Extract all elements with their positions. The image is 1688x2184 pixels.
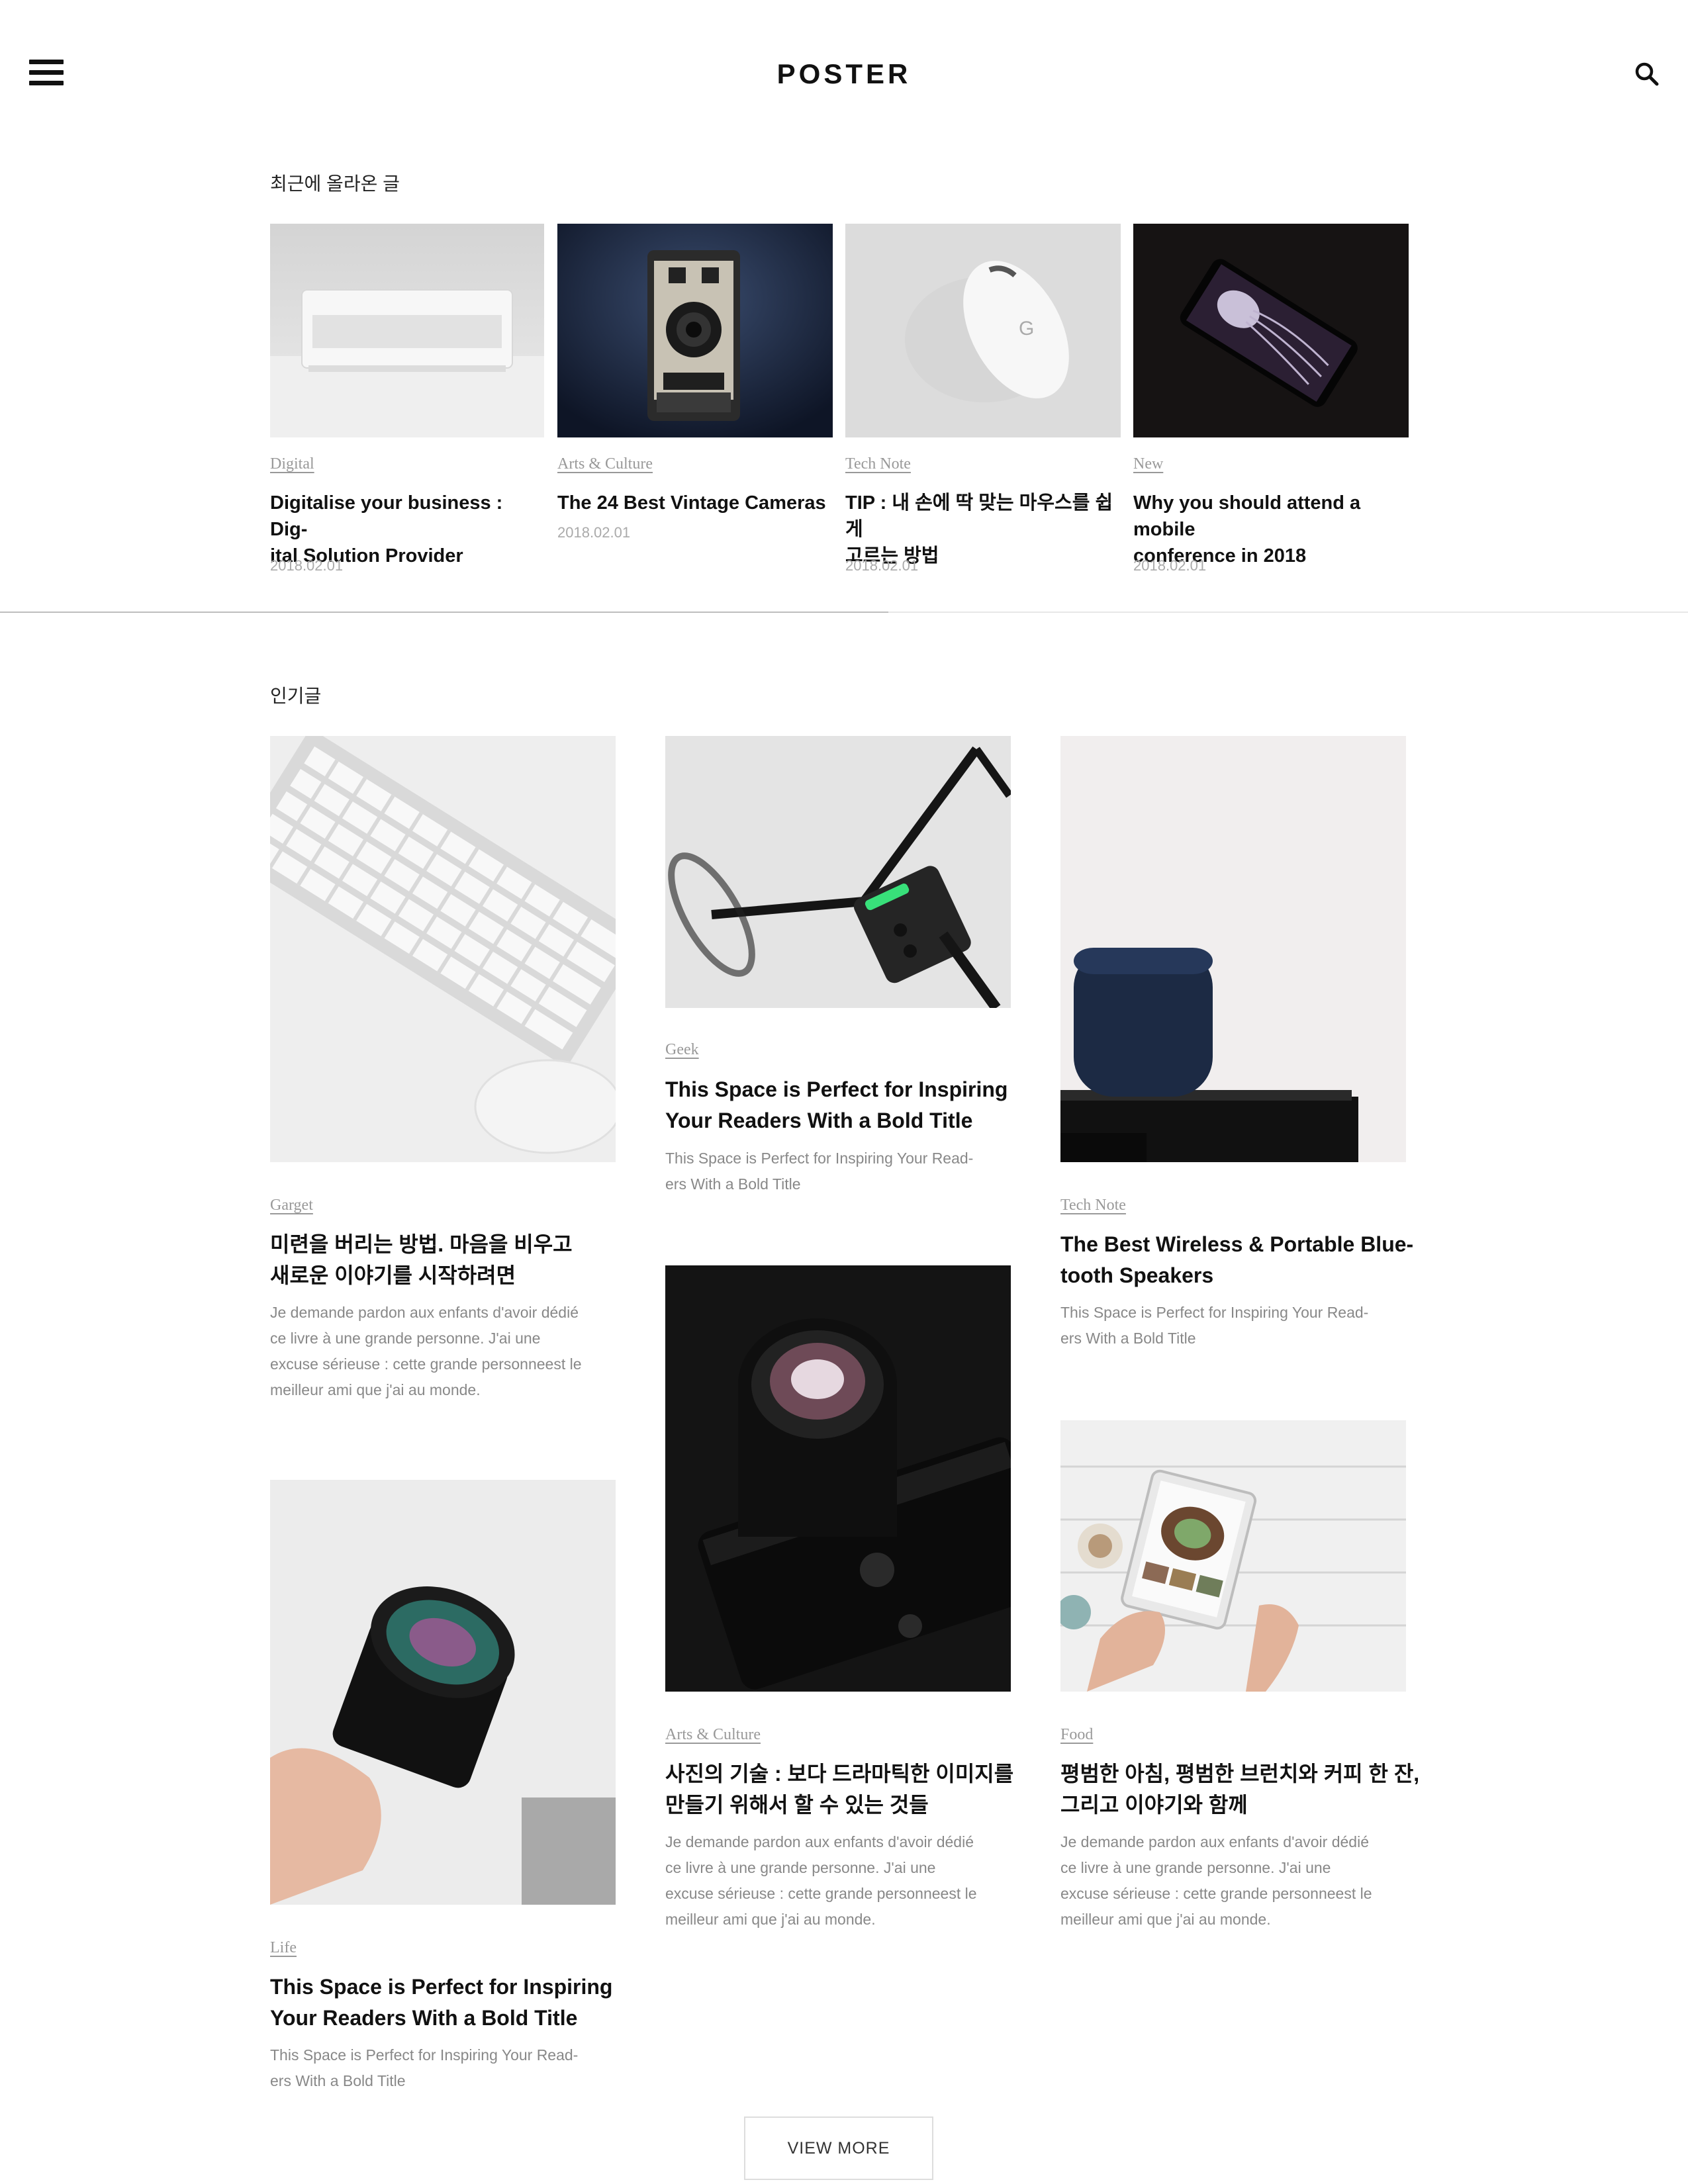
title-line: 미련을 버리는 방법. 마음을 비우고 [270, 1232, 573, 1256]
title-line: Digitalise your business : Dig- [270, 492, 503, 540]
popular-post-1-image[interactable] [270, 736, 616, 1162]
title-line: This Space is Perfect for Inspiring [270, 1975, 613, 1999]
recent-post-2-category[interactable]: Arts & Culture [557, 455, 653, 473]
title-line: This Space is Perfect for Inspiring [665, 1077, 1008, 1101]
popular-post-2-excerpt: This Space is Perfect for Inspiring Your… [665, 1146, 1023, 1197]
excerpt-line: excuse sérieuse : cette grande personnee… [1060, 1885, 1372, 1902]
popular-post-3-image[interactable] [1060, 736, 1406, 1162]
excerpt-line: This Space is Perfect for Inspiring Your… [665, 1150, 974, 1167]
recent-post-3-image[interactable]: G [845, 224, 1121, 437]
popular-posts-heading: 인기글 [270, 686, 322, 706]
recent-post-4-category[interactable]: New [1133, 455, 1163, 473]
popular-post-6-category[interactable]: Food [1060, 1726, 1093, 1744]
popular-post-6-title[interactable]: 평범한 아침, 평범한 브런치와 커피 한 잔, 그리고 이야기와 함께 [1060, 1758, 1431, 1821]
popular-post-2-category[interactable]: Geek [665, 1041, 699, 1059]
title-line: Your Readers With a Bold Title [665, 1109, 973, 1132]
popular-post-5-excerpt: Je demande pardon aux enfants d'avoir dé… [665, 1829, 1023, 1933]
title-line: The Best Wireless & Portable Blue- [1060, 1232, 1414, 1256]
title-line: 평범한 아침, 평범한 브런치와 커피 한 잔, [1060, 1762, 1420, 1786]
recent-post-1-date: 2018.02.01 [270, 557, 344, 574]
excerpt-line: ce livre à une grande personne. J'ai une [665, 1859, 936, 1876]
popular-post-4-category[interactable]: Life [270, 1939, 297, 1957]
hamburger-menu-icon[interactable] [29, 58, 66, 87]
search-icon[interactable] [1632, 60, 1662, 89]
popular-post-6-excerpt: Je demande pardon aux enfants d'avoir dé… [1060, 1829, 1418, 1933]
excerpt-line: meilleur ami que j'ai au monde. [665, 1911, 876, 1928]
title-line: Why you should attend a mobile [1133, 492, 1361, 540]
excerpt-line: ce livre à une grande personne. J'ai une [1060, 1859, 1331, 1876]
excerpt-line: excuse sérieuse : cette grande personnee… [665, 1885, 977, 1902]
excerpt-line: Je demande pardon aux enfants d'avoir dé… [665, 1833, 974, 1850]
excerpt-line: meilleur ami que j'ai au monde. [270, 1381, 481, 1398]
popular-post-4-image[interactable] [270, 1480, 616, 1905]
excerpt-line: ers With a Bold Title [665, 1175, 801, 1193]
title-line: 새로운 이야기를 시작하려면 [270, 1263, 516, 1287]
popular-post-5-title[interactable]: 사진의 기술 : 보다 드라마틱한 이미지를 만들기 위해서 할 수 있는 것들 [665, 1758, 1036, 1821]
popular-post-3-excerpt: This Space is Perfect for Inspiring Your… [1060, 1300, 1418, 1351]
recent-post-2-title[interactable]: The 24 Best Vintage Cameras [557, 490, 833, 516]
popular-post-1-category[interactable]: Garget [270, 1197, 313, 1214]
popular-post-3-title[interactable]: The Best Wireless & Portable Blue- tooth… [1060, 1229, 1418, 1291]
title-line: TIP : 내 손에 딱 맞는 마우스를 쉽게 [845, 492, 1113, 540]
recent-post-4-date: 2018.02.01 [1133, 557, 1207, 574]
popular-post-6-image[interactable] [1060, 1420, 1406, 1692]
section-divider-progress [0, 612, 888, 613]
title-line: Your Readers With a Bold Title [270, 2006, 578, 2030]
recent-post-3-category[interactable]: Tech Note [845, 455, 911, 473]
recent-post-1-category[interactable]: Digital [270, 455, 314, 473]
title-line: 그리고 이야기와 함께 [1060, 1793, 1248, 1817]
title-line: tooth Speakers [1060, 1263, 1214, 1287]
svg-text:G: G [1019, 318, 1034, 340]
popular-post-1-excerpt: Je demande pardon aux enfants d'avoir dé… [270, 1300, 628, 1403]
popular-post-4-title[interactable]: This Space is Perfect for Inspiring Your… [270, 1972, 628, 2034]
popular-post-4-excerpt: This Space is Perfect for Inspiring Your… [270, 2042, 628, 2094]
popular-post-5-image[interactable] [665, 1265, 1011, 1692]
recent-post-2-image[interactable] [557, 224, 833, 437]
recent-posts-heading: 최근에 올라온 글 [270, 173, 400, 194]
site-logo[interactable]: POSTER [712, 58, 976, 90]
popular-post-2-image[interactable] [665, 736, 1011, 1008]
recent-post-3-date: 2018.02.01 [845, 557, 919, 574]
title-line: 만들기 위해서 할 수 있는 것들 [665, 1793, 929, 1817]
excerpt-line: This Space is Perfect for Inspiring Your… [270, 2046, 579, 2064]
popular-post-2-title[interactable]: This Space is Perfect for Inspiring Your… [665, 1074, 1023, 1136]
popular-post-1-title[interactable]: 미련을 버리는 방법. 마음을 비우고 새로운 이야기를 시작하려면 [270, 1229, 628, 1291]
title-line: The 24 Best Vintage Cameras [557, 492, 826, 514]
excerpt-line: This Space is Perfect for Inspiring Your… [1060, 1304, 1369, 1321]
excerpt-line: ers With a Bold Title [270, 2072, 406, 2089]
excerpt-line: ers With a Bold Title [1060, 1330, 1196, 1347]
excerpt-line: excuse sérieuse : cette grande personnee… [270, 1355, 582, 1373]
popular-post-3-category[interactable]: Tech Note [1060, 1197, 1126, 1214]
excerpt-line: Je demande pardon aux enfants d'avoir dé… [270, 1304, 579, 1321]
excerpt-line: Je demande pardon aux enfants d'avoir dé… [1060, 1833, 1369, 1850]
recent-post-4-image[interactable] [1133, 224, 1409, 437]
view-more-button[interactable]: VIEW MORE [744, 2116, 933, 2180]
popular-post-5-category[interactable]: Arts & Culture [665, 1726, 761, 1744]
excerpt-line: meilleur ami que j'ai au monde. [1060, 1911, 1271, 1928]
recent-post-2-date: 2018.02.01 [557, 524, 631, 541]
excerpt-line: ce livre à une grande personne. J'ai une [270, 1330, 541, 1347]
title-line: 사진의 기술 : 보다 드라마틱한 이미지를 [665, 1762, 1014, 1786]
recent-post-1-image[interactable] [270, 224, 544, 437]
